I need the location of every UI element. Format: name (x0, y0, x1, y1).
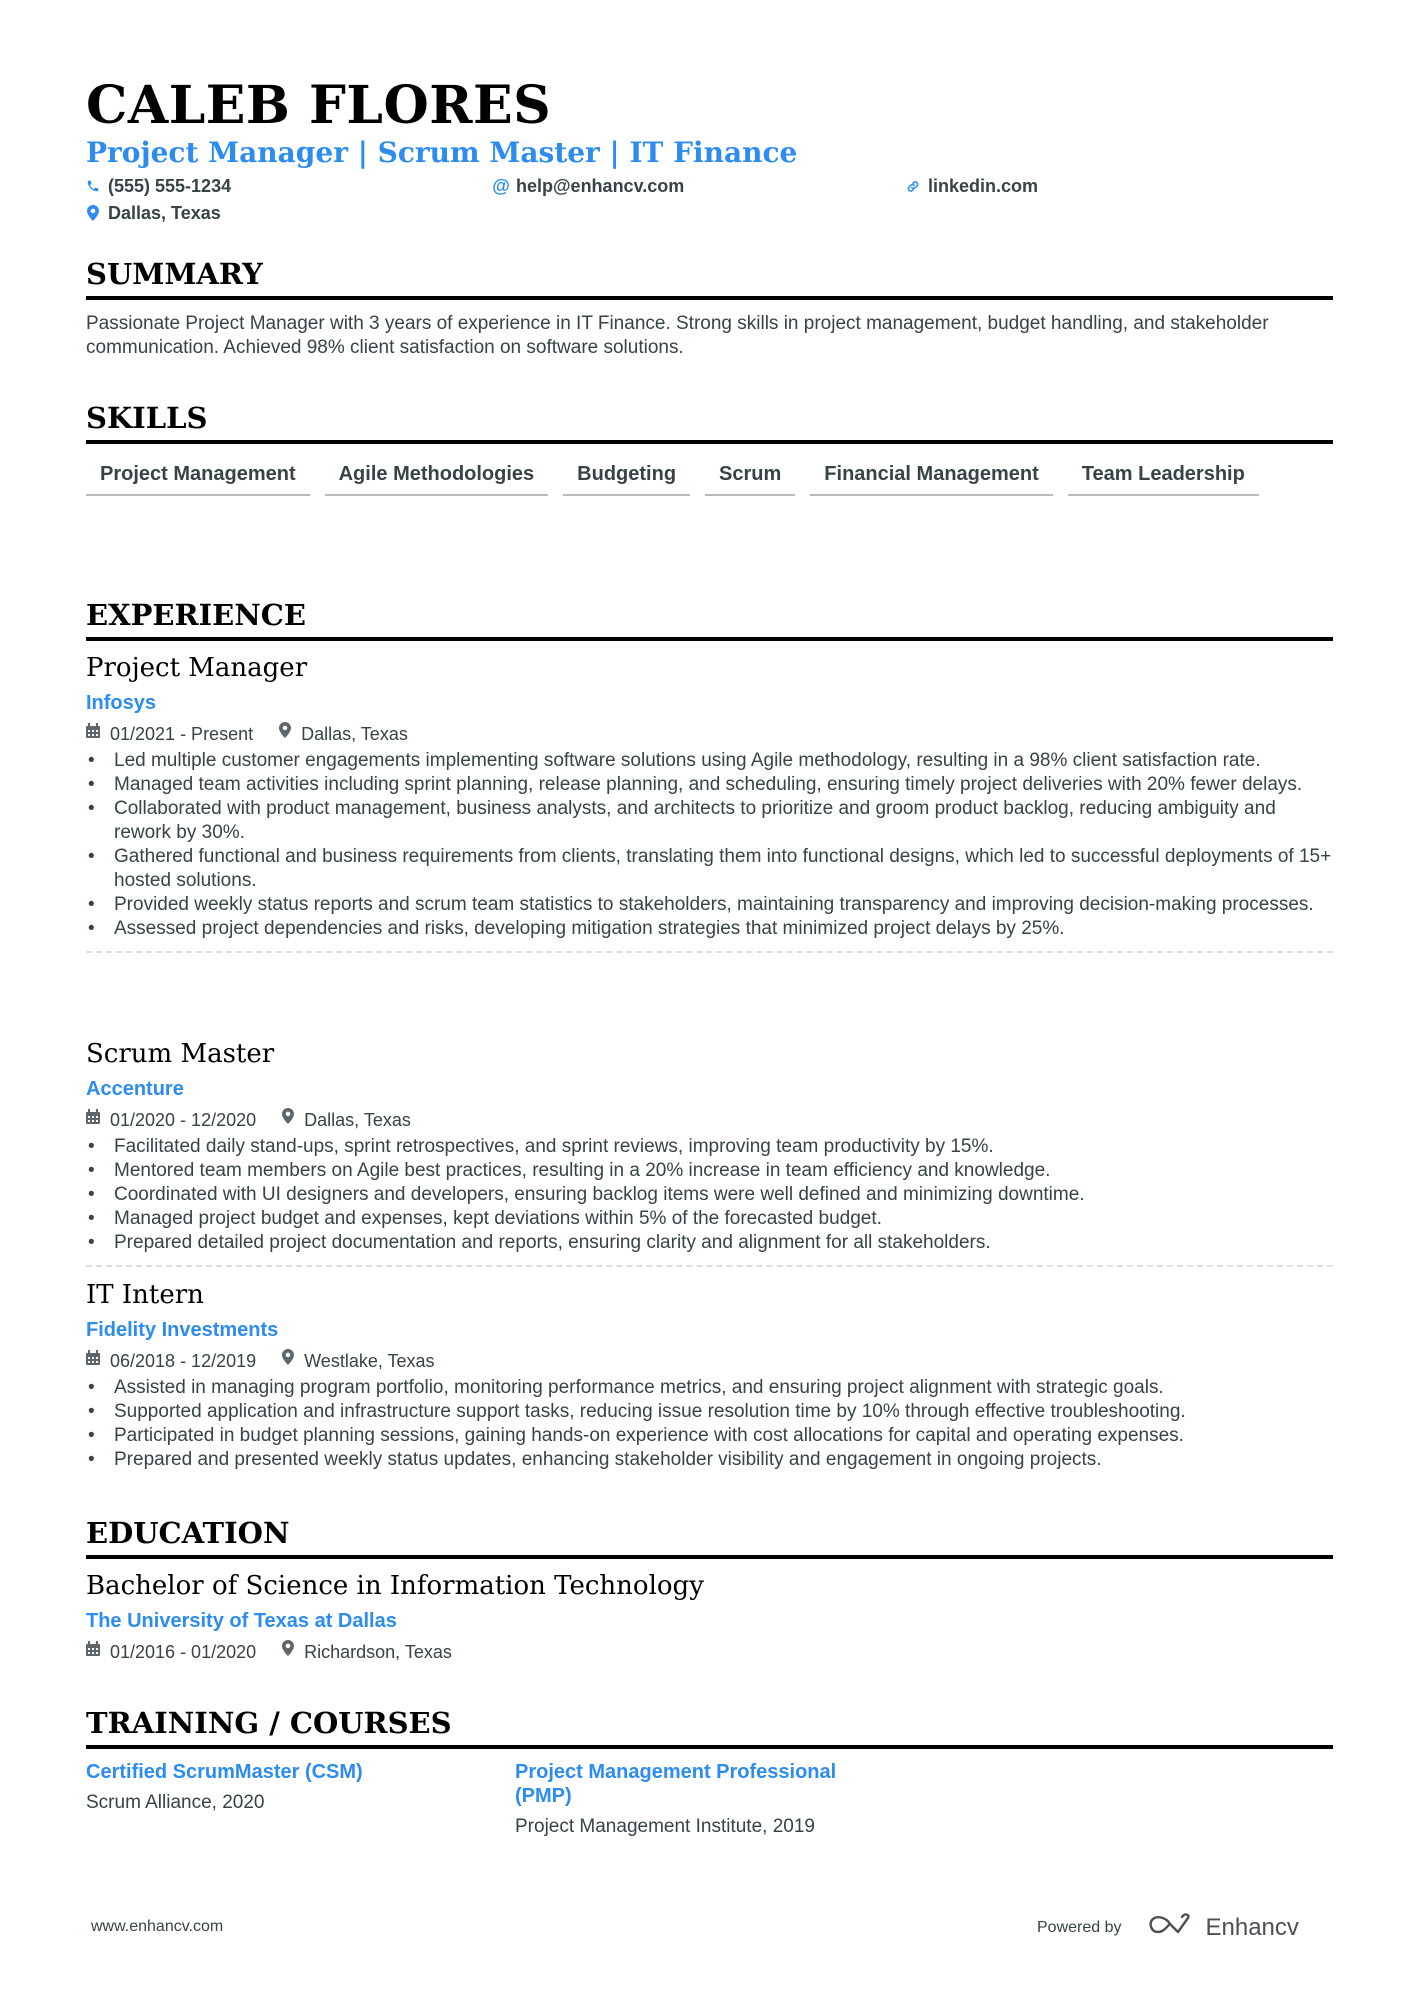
bullet-item: Coordinated with UI designers and develo… (86, 1183, 1333, 1207)
footer-branding: Powered by Enhancv (1037, 1912, 1299, 1943)
bullet-item: Supported application and infrastructure… (86, 1400, 1333, 1424)
summary-heading-text: SUMMARY (86, 257, 263, 291)
skill-tag: Financial Management (810, 460, 1053, 496)
skill-tag: Scrum (705, 460, 796, 496)
summary-section-heading: SUMMARY (86, 256, 1333, 300)
bullet-item: Participated in budget planning sessions… (86, 1424, 1333, 1448)
linkedin-link[interactable]: linkedin.com (928, 175, 1038, 197)
company-name: Fidelity Investments (86, 1319, 279, 1341)
experience-section-heading: EXPERIENCE (86, 597, 1333, 641)
education-section-heading: EDUCATION (86, 1515, 1333, 1559)
experience-entry: Project Manager Infosys 01/2021 - Presen… (86, 652, 1333, 953)
enhancv-logo-icon (1148, 1912, 1194, 1943)
training-source: Project Management Institute, 2019 (515, 1816, 815, 1837)
bullet-item: Facilitated daily stand-ups, sprint retr… (86, 1135, 1333, 1159)
degree-title: Bachelor of Science in Information Techn… (86, 1571, 704, 1601)
calendar-icon (86, 1640, 100, 1663)
job-dates: 06/2018 - 12/2019 (110, 1350, 257, 1371)
skill-tag: Budgeting (563, 460, 691, 496)
job-meta: 06/2018 - 12/2019 Westlake, Texas (86, 1349, 1333, 1372)
powered-by-label: Powered by (1037, 1918, 1122, 1936)
bullet-item: Provided weekly status reports and scrum… (86, 893, 1333, 917)
contact-email[interactable]: @ help@enhancv.com (492, 175, 684, 197)
bullet-item: Collaborated with product management, bu… (86, 797, 1333, 845)
training-title: Project Management Professional (PMP) (515, 1761, 837, 1807)
education-heading-text: EDUCATION (86, 1516, 290, 1550)
training-item: Certified ScrumMaster (CSM) Scrum Allian… (86, 1760, 466, 1815)
job-dates: 01/2020 - 12/2020 (110, 1109, 257, 1130)
job-meta: 01/2020 - 12/2020 Dallas, Texas (86, 1108, 1333, 1131)
training-item: Project Management Professional (PMP) Pr… (515, 1760, 895, 1839)
company-name: Accenture (86, 1078, 184, 1100)
education-dates: 01/2016 - 01/2020 (110, 1641, 257, 1662)
contact-linkedin[interactable]: linkedin.com (906, 175, 1038, 197)
bullet-item: Managed team activities including sprint… (86, 773, 1333, 797)
location-pin-icon (279, 722, 292, 745)
bullet-item: Prepared and presented weekly status upd… (86, 1448, 1333, 1472)
school-name: The University of Texas at Dallas (86, 1610, 397, 1632)
email-link[interactable]: help@enhancv.com (516, 175, 684, 197)
bullet-item: Assessed project dependencies and risks,… (86, 917, 1333, 941)
bullet-item: Led multiple customer engagements implem… (86, 749, 1333, 773)
candidate-title: Project Manager | Scrum Master | IT Fina… (86, 136, 798, 169)
skill-tag: Team Leadership (1067, 460, 1259, 496)
job-title: Scrum Master (86, 1039, 275, 1069)
at-icon: @ (492, 176, 510, 196)
location-pin-icon (282, 1640, 295, 1663)
phone-text: (555) 555-1234 (108, 176, 232, 196)
entry-divider (86, 951, 1333, 953)
skill-tag: Agile Methodologies (324, 460, 549, 496)
training-section-heading: TRAINING / COURSES (86, 1705, 1333, 1749)
education-entry: Bachelor of Science in Information Techn… (86, 1570, 1333, 1663)
bullet-item: Mentored team members on Agile best prac… (86, 1159, 1333, 1183)
phone-icon (86, 179, 100, 193)
training-heading-text: TRAINING / COURSES (86, 1706, 452, 1740)
enhancv-logo[interactable]: Enhancv (1148, 1912, 1299, 1943)
footer-website[interactable]: www.enhancv.com (91, 1918, 223, 1936)
bullet-item: Gathered functional and business require… (86, 845, 1333, 893)
location-pin-icon (282, 1108, 295, 1131)
bullet-item: Prepared detailed project documentation … (86, 1231, 1333, 1255)
contact-phone: (555) 555-1234 (86, 175, 231, 197)
enhancv-brand-text: Enhancv (1205, 1913, 1299, 1941)
skill-tag: Project Management (86, 460, 310, 496)
calendar-icon (86, 1108, 100, 1131)
job-location: Dallas, Texas (301, 723, 408, 744)
entry-divider (86, 1265, 1333, 1267)
job-location: Westlake, Texas (304, 1350, 435, 1371)
job-title: Project Manager (86, 653, 308, 683)
location-pin-icon (86, 205, 100, 221)
calendar-icon (86, 722, 100, 745)
link-icon (906, 179, 920, 194)
location-text: Dallas, Texas (108, 203, 221, 223)
skills-list: Project Management Agile Methodologies B… (86, 460, 1333, 496)
location-pin-icon (282, 1349, 295, 1372)
calendar-icon (86, 1349, 100, 1372)
candidate-name: CALEB FLORES (86, 75, 552, 136)
job-bullets: Assisted in managing program portfolio, … (86, 1376, 1333, 1472)
education-meta: 01/2016 - 01/2020 Richardson, Texas (86, 1640, 1333, 1663)
job-meta: 01/2021 - Present Dallas, Texas (86, 722, 1333, 745)
skills-heading-text: SKILLS (86, 401, 208, 435)
summary-text: Passionate Project Manager with 3 years … (86, 313, 1269, 358)
job-dates: 01/2021 - Present (110, 723, 254, 744)
bullet-item: Managed project budget and expenses, kep… (86, 1207, 1333, 1231)
bullet-item: Assisted in managing program portfolio, … (86, 1376, 1333, 1400)
training-source: Scrum Alliance, 2020 (86, 1792, 265, 1813)
job-bullets: Led multiple customer engagements implem… (86, 749, 1333, 941)
company-name: Infosys (86, 692, 157, 714)
experience-heading-text: EXPERIENCE (86, 598, 306, 632)
experience-entry: Scrum Master Accenture 01/2020 - 12/2020… (86, 1038, 1333, 1267)
education-location: Richardson, Texas (304, 1641, 452, 1662)
contact-location: Dallas, Texas (86, 202, 221, 224)
job-title: IT Intern (86, 1280, 204, 1310)
skills-section-heading: SKILLS (86, 400, 1333, 444)
job-location: Dallas, Texas (304, 1109, 411, 1130)
experience-entry: IT Intern Fidelity Investments 06/2018 -… (86, 1279, 1333, 1472)
job-bullets: Facilitated daily stand-ups, sprint retr… (86, 1135, 1333, 1255)
training-title: Certified ScrumMaster (CSM) (86, 1761, 363, 1783)
